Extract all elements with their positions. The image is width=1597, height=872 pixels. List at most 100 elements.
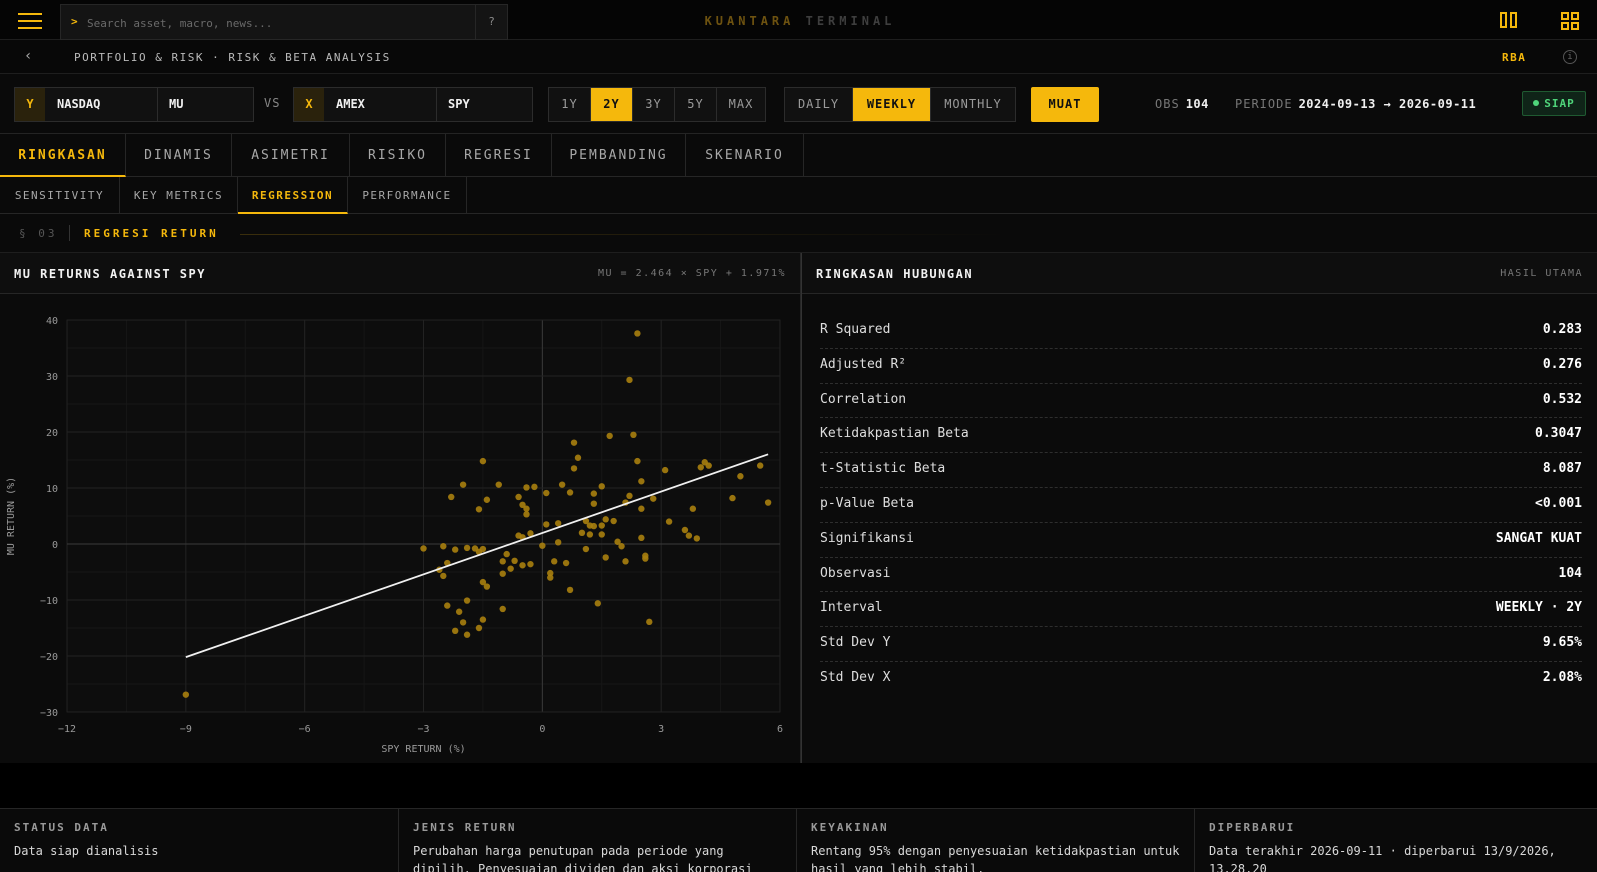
search-input[interactable] <box>87 13 467 33</box>
interval-daily[interactable]: DAILY <box>785 88 853 121</box>
data-point <box>558 481 566 488</box>
data-point <box>451 546 459 553</box>
tab-asimetri[interactable]: ASIMETRI <box>232 134 350 177</box>
metric-row: Std Dev X 2.08% <box>820 662 1582 697</box>
x-asset-selector[interactable]: X AMEX SPY <box>293 87 533 122</box>
metric-row: Ketidakpastian Beta 0.3047 <box>820 418 1582 454</box>
vs-label: VS <box>264 96 281 110</box>
footer-return-title: JENIS RETURN <box>413 821 517 834</box>
x-ticker[interactable]: SPY <box>437 88 470 121</box>
tab-pembanding[interactable]: PEMBANDING <box>552 134 686 177</box>
metrics-list: R Squared 0.283 Adjusted R² 0.276 Correlatio… <box>820 314 1582 697</box>
section-rule <box>240 234 1010 235</box>
range-2y[interactable]: 2Y <box>591 88 633 121</box>
interval-monthly[interactable]: MONTHLY <box>931 88 1015 121</box>
controls-bar: Y NASDAQ MU X AMEX SPY 1Y 2Y 3Y 5Y MAX DAILY… <box>0 74 1597 134</box>
data-point <box>638 505 645 512</box>
data-point <box>594 600 601 607</box>
data-point <box>551 558 558 565</box>
chevron-left-icon[interactable]: ‹ <box>24 48 32 64</box>
subtab-regression[interactable]: REGRESSION <box>238 177 348 214</box>
footer-updated-title: DIPERBARUI <box>1209 821 1296 834</box>
data-point <box>610 517 617 525</box>
data-point <box>495 481 502 488</box>
range-selector: 1Y 2Y 3Y 5Y MAX <box>548 87 766 122</box>
sub-tabs: SENSITIVITY KEY METRICS REGRESSION PERFO… <box>0 177 1597 214</box>
help-button[interactable]: ? <box>475 5 507 39</box>
obs-stat: OBS 104 <box>1155 97 1209 111</box>
tab-skenario[interactable]: SKENARIO <box>686 134 804 177</box>
data-point <box>499 570 506 577</box>
section-title: REGRESI RETURN <box>84 227 219 240</box>
metric-value: 0.283 <box>1542 322 1582 337</box>
footer-updated-body: Data terakhir 2026-09-11 · diperbarui 13… <box>1209 844 1556 872</box>
y-ticker[interactable]: MU <box>158 88 183 121</box>
subtab-sensitivity[interactable]: SENSITIVITY <box>0 177 120 214</box>
grid-icon[interactable] <box>1561 12 1581 30</box>
data-point <box>503 550 510 558</box>
status-badge: SIAP <box>1522 91 1586 116</box>
data-point <box>554 520 562 527</box>
regression-equation: MU = 2.464 × SPY + 1.971% <box>597 268 786 279</box>
metric-row: Adjusted R² 0.276 <box>820 349 1582 384</box>
tab-risiko[interactable]: RISIKO <box>350 134 446 177</box>
range-1y[interactable]: 1Y <box>549 88 591 121</box>
data-point <box>463 597 471 604</box>
data-point <box>606 432 613 440</box>
data-point <box>499 605 506 613</box>
metric-value: 0.532 <box>1542 391 1582 407</box>
range-max[interactable]: MAX <box>717 88 765 121</box>
tab-regresi[interactable]: REGRESI <box>446 134 552 177</box>
period-label: PERIODE <box>1235 97 1293 111</box>
tab-ringkasan[interactable]: RINGKASAN <box>0 134 126 177</box>
metric-label: Std Dev X <box>820 669 891 685</box>
period-value: 2024-09-13 → 2026-09-11 <box>1298 97 1477 111</box>
x-tick-label: −12 <box>58 724 76 735</box>
footer-return-type: JENIS RETURN Perubahan harga penutupan p… <box>399 809 797 872</box>
data-point <box>646 618 653 626</box>
data-point <box>570 465 578 472</box>
info-icon[interactable]: i <box>1563 50 1577 64</box>
subtab-performance[interactable]: PERFORMANCE <box>348 177 467 214</box>
data-point <box>626 492 633 500</box>
chart-title: MU RETURNS AGAINST SPY <box>14 267 206 281</box>
summary-title: RINGKASAN HUBUNGAN <box>816 267 974 281</box>
scatter-chart: −12 −9 −6 −3 0 3 6−30−20−10010203040SPY RETURN… <box>6 316 783 755</box>
y-tick-label: 10 <box>46 484 58 495</box>
interval-weekly[interactable]: WEEKLY <box>853 88 931 121</box>
data-point <box>638 534 645 542</box>
metric-value: <0.001 <box>1535 495 1582 511</box>
data-point <box>578 529 586 536</box>
metric-row: Correlation 0.532 <box>820 384 1582 419</box>
data-point <box>590 500 598 507</box>
y-asset-selector[interactable]: Y NASDAQ MU <box>14 87 254 122</box>
data-point <box>420 545 427 552</box>
y-exchange[interactable]: NASDAQ <box>45 88 158 121</box>
range-5y[interactable]: 5Y <box>675 88 717 121</box>
hamburger-icon[interactable] <box>18 13 42 29</box>
metric-value: SANGAT KUAT <box>1495 530 1582 546</box>
footer-updated: DIPERBARUI Data terakhir 2026-09-11 · di… <box>1195 809 1597 872</box>
data-point <box>618 543 625 550</box>
brand-name: KUANTARA <box>704 14 795 28</box>
subtab-key-metrics[interactable]: KEY METRICS <box>120 177 238 214</box>
data-point <box>705 462 712 469</box>
data-point <box>650 495 657 502</box>
data-point <box>630 431 637 438</box>
x-exchange[interactable]: AMEX <box>324 88 437 121</box>
columns-icon[interactable] <box>1500 12 1520 30</box>
y-tick-label: 30 <box>46 372 58 383</box>
footer-confidence-title: KEYAKINAN <box>811 821 889 834</box>
range-3y[interactable]: 3Y <box>633 88 675 121</box>
data-point <box>661 466 669 474</box>
data-point <box>539 542 546 549</box>
tab-dinamis[interactable]: DINAMIS <box>126 134 232 177</box>
data-point <box>459 619 467 626</box>
data-point <box>665 518 673 525</box>
section-header: § 03 REGRESI RETURN <box>0 214 1597 253</box>
load-button[interactable]: MUAT <box>1031 87 1099 122</box>
data-point <box>562 559 570 567</box>
main-tabs: RINGKASAN DINAMIS ASIMETRI RISIKO REGRES… <box>0 134 1597 177</box>
y-tag: Y <box>15 88 45 121</box>
data-point <box>729 494 736 502</box>
